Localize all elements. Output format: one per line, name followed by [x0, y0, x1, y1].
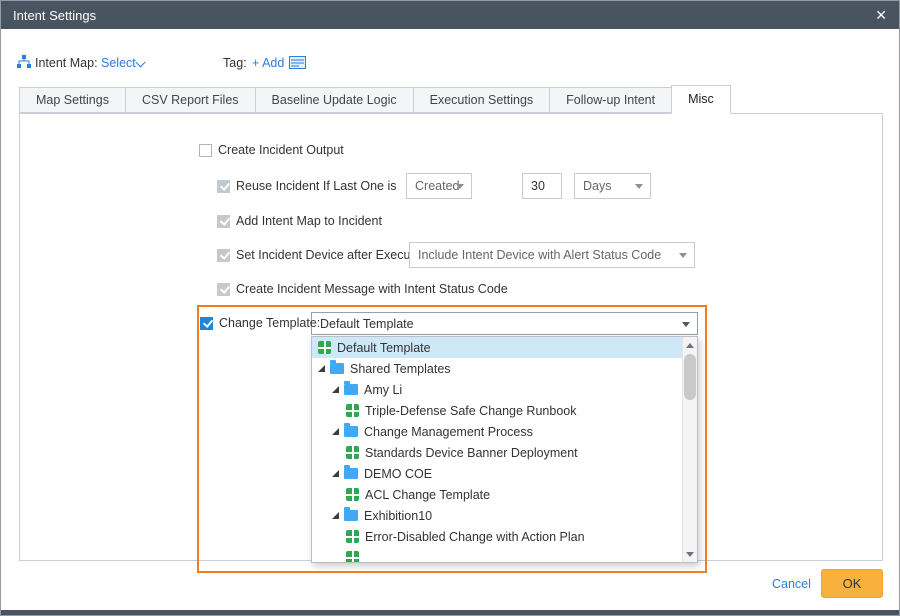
reuse-incident-checkbox[interactable] [217, 180, 230, 193]
tree-item-amy-li[interactable]: Amy Li [312, 379, 682, 400]
tree-expander-icon[interactable] [332, 386, 339, 393]
tab-bar: Map Settings CSV Report Files Baseline U… [19, 87, 730, 114]
tab-follow-up-intent[interactable]: Follow-up Intent [549, 87, 672, 113]
tag-list-icon[interactable] [289, 56, 306, 72]
incident-device-select[interactable]: Include Intent Device with Alert Status … [409, 242, 695, 268]
scrollbar-thumb[interactable] [684, 354, 696, 400]
tab-csv-report-files[interactable]: CSV Report Files [125, 87, 256, 113]
cancel-button[interactable]: Cancel [772, 575, 811, 593]
set-incident-device-label: Set Incident Device after Execution: [236, 248, 434, 262]
tag-label: Tag: [223, 54, 247, 72]
tree-expander-icon[interactable] [332, 428, 339, 435]
tree-item-standards-device-banner[interactable]: Standards Device Banner Deployment [312, 442, 682, 463]
tree-item-demo-coe[interactable]: DEMO COE [312, 463, 682, 484]
folder-icon [330, 363, 344, 374]
template-icon [318, 341, 331, 354]
tree-item-label: Shared Templates [350, 362, 451, 376]
set-incident-device-checkbox[interactable] [217, 249, 230, 262]
dialog-titlebar: Intent Settings ✕ [1, 1, 899, 29]
tree-item-label: Change Management Process [364, 425, 533, 439]
folder-icon [344, 384, 358, 395]
window-bottom-edge [1, 610, 899, 615]
dropdown-scrollbar[interactable] [682, 337, 697, 562]
tree-item-change-management-process[interactable]: Change Management Process [312, 421, 682, 442]
add-intent-map-checkbox[interactable] [217, 215, 230, 228]
create-incident-message-checkbox[interactable] [217, 283, 230, 296]
chevron-down-icon [456, 184, 464, 189]
tree-item-partial[interactable] [312, 547, 682, 562]
chevron-down-icon [682, 322, 690, 327]
tree-expander-icon[interactable] [332, 470, 339, 477]
folder-icon [344, 426, 358, 437]
reuse-incident-label: Reuse Incident If Last One is [236, 179, 397, 193]
tree-item-exhibition10[interactable]: Exhibition10 [312, 505, 682, 526]
template-icon [346, 404, 359, 417]
create-incident-output-label: Create Incident Output [218, 143, 344, 157]
ok-button[interactable]: OK [821, 569, 883, 598]
template-icon [346, 488, 359, 501]
reuse-status-value: Created [415, 179, 459, 193]
tab-misc[interactable]: Misc [671, 85, 731, 114]
tree-item-label: Triple-Defense Safe Change Runbook [365, 404, 576, 418]
tree-item-acl-change-template[interactable]: ACL Change Template [312, 484, 682, 505]
tree-item-label: ACL Change Template [365, 488, 490, 502]
tree-expander-icon[interactable] [332, 512, 339, 519]
create-incident-output-checkbox[interactable] [199, 144, 212, 157]
template-tree: Default Template Shared Templates Amy Li… [312, 337, 682, 562]
template-icon [346, 446, 359, 459]
tree-expander-icon[interactable] [318, 365, 325, 372]
chevron-down-icon [635, 184, 643, 189]
tree-item-label: Error-Disabled Change with Action Plan [365, 530, 585, 544]
tree-item-label: Standards Device Banner Deployment [365, 446, 578, 460]
incident-device-value: Include Intent Device with Alert Status … [418, 248, 661, 262]
create-incident-message-label: Create Incident Message with Intent Stat… [236, 282, 508, 296]
change-template-value: Default Template [320, 317, 414, 331]
tree-item-triple-defense[interactable]: Triple-Defense Safe Change Runbook [312, 400, 682, 421]
tab-execution-settings[interactable]: Execution Settings [413, 87, 551, 113]
tree-item-label: DEMO COE [364, 467, 432, 481]
folder-icon [344, 510, 358, 521]
intent-map-select-link[interactable]: Select [101, 54, 136, 72]
change-template-label: Change Template: [219, 316, 320, 330]
tree-item-label: Default Template [337, 341, 431, 355]
change-template-checkbox[interactable] [200, 317, 213, 330]
scroll-down-icon[interactable] [683, 546, 697, 562]
tree-item-error-disabled-change[interactable]: Error-Disabled Change with Action Plan [312, 526, 682, 547]
close-icon[interactable]: ✕ [875, 8, 887, 22]
dialog-title: Intent Settings [13, 8, 96, 23]
tree-item-label: Exhibition10 [364, 509, 432, 523]
tag-add-link[interactable]: + Add [252, 54, 284, 72]
chevron-down-icon[interactable] [136, 58, 146, 68]
scroll-up-icon[interactable] [683, 337, 697, 353]
reuse-status-select[interactable]: Created [406, 173, 472, 199]
intent-settings-dialog: Intent Settings ✕ Intent Map: Select Tag… [0, 0, 900, 616]
tree-item-default-template[interactable]: Default Template [312, 337, 682, 358]
change-template-combobox[interactable]: Default Template [311, 312, 698, 335]
days-unit-value: Days [583, 179, 611, 193]
chevron-down-icon [679, 253, 687, 258]
intent-map-icon [17, 55, 31, 72]
template-icon [346, 530, 359, 543]
folder-icon [344, 468, 358, 479]
within-days-input[interactable] [522, 173, 562, 199]
tree-item-label: Amy Li [364, 383, 402, 397]
tab-map-settings[interactable]: Map Settings [19, 87, 126, 113]
template-icon [346, 551, 359, 562]
days-unit-select[interactable]: Days [574, 173, 651, 199]
add-intent-map-label: Add Intent Map to Incident [236, 214, 382, 228]
tree-item-shared-templates[interactable]: Shared Templates [312, 358, 682, 379]
tab-baseline-update-logic[interactable]: Baseline Update Logic [255, 87, 414, 113]
intent-map-label: Intent Map: [35, 54, 98, 72]
template-dropdown: Default Template Shared Templates Amy Li… [311, 336, 698, 563]
